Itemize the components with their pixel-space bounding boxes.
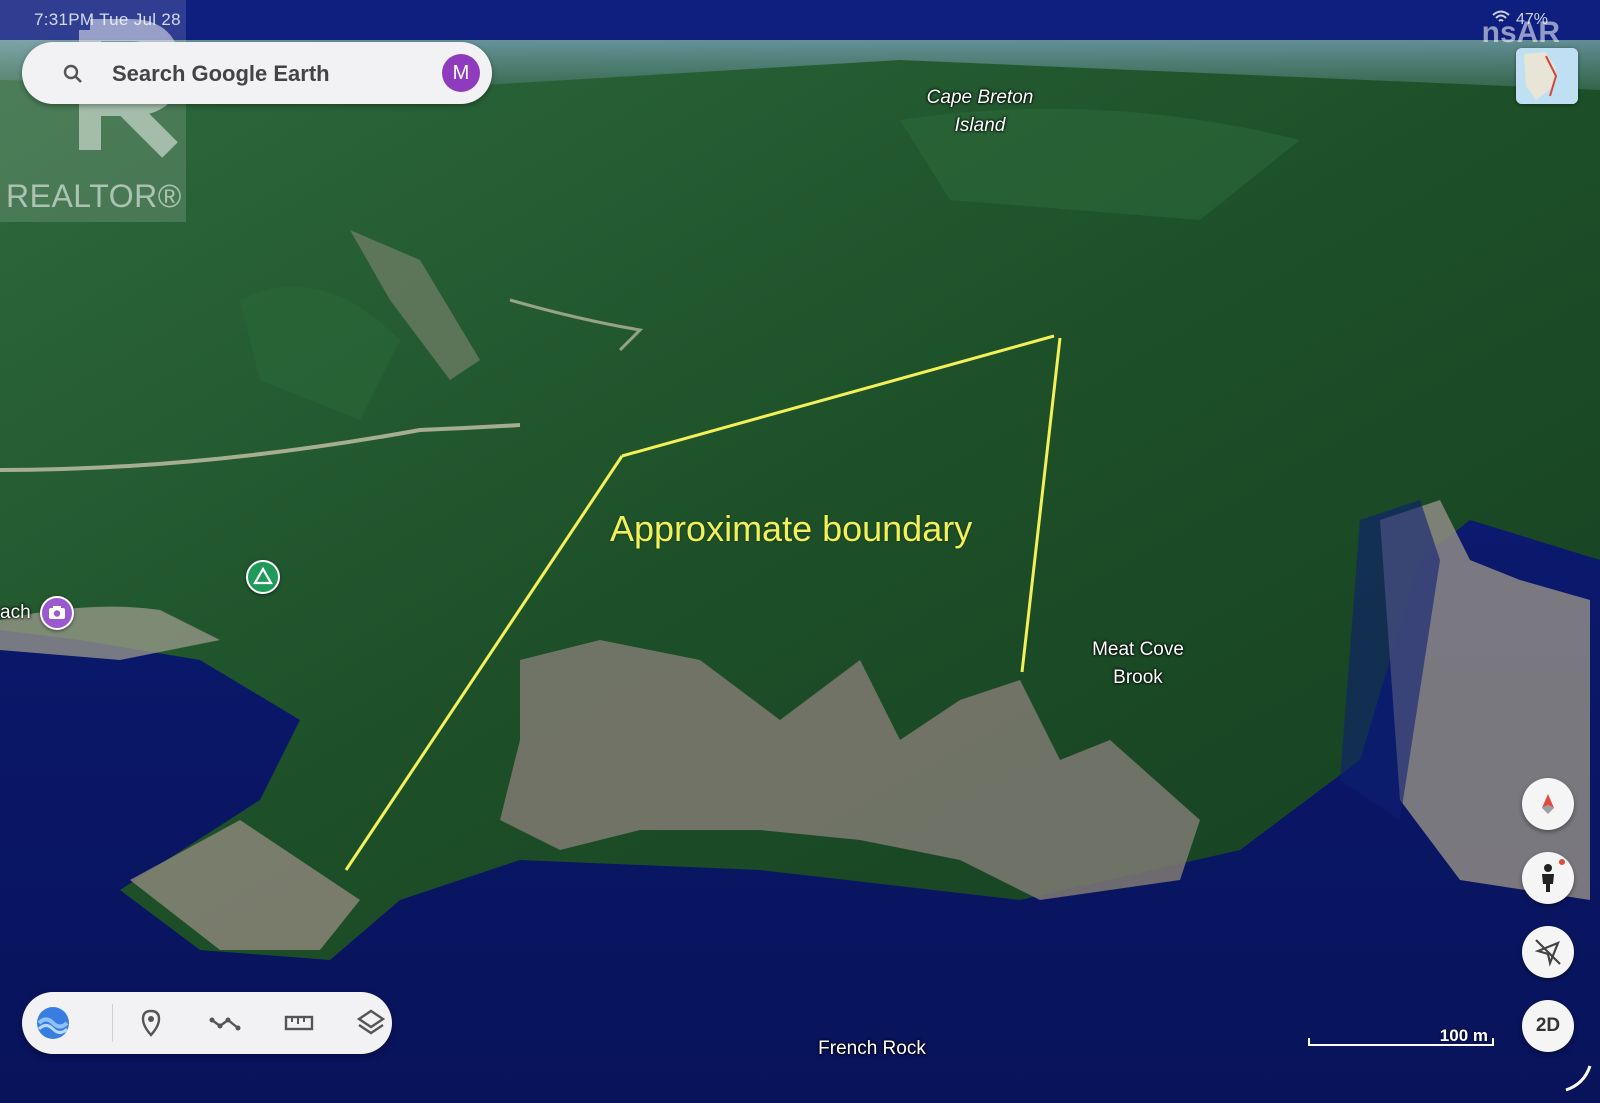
realtor-watermark-text: REALTOR®	[6, 178, 182, 214]
view-mode-label: 2D	[1535, 1015, 1561, 1036]
status-clock: 7:31PM	[34, 10, 95, 29]
layers-icon[interactable]	[354, 1006, 388, 1040]
search-icon	[62, 63, 84, 85]
map-label-island[interactable]: Cape Breton Island	[910, 84, 1050, 140]
campground-poi-icon[interactable]	[246, 560, 280, 594]
resize-handle-icon[interactable]	[1560, 1060, 1596, 1096]
status-bar: 7:31PM Tue Jul 28 47%	[0, 0, 1600, 40]
earth-viewport[interactable]	[0, 0, 1600, 1103]
map-label-rock[interactable]: French Rock	[812, 1038, 932, 1060]
location-off-icon	[1534, 939, 1561, 967]
brook-label-line1: Meat Cove	[1092, 639, 1184, 660]
placemark-icon[interactable]	[134, 1006, 168, 1040]
minimap-icon	[1516, 48, 1578, 104]
search-bar[interactable]: Search Google Earth M	[22, 42, 492, 104]
pegman-icon	[1542, 859, 1565, 892]
street-view-button[interactable]	[1522, 852, 1574, 904]
path-icon[interactable]	[208, 1006, 242, 1040]
measure-icon[interactable]	[282, 1006, 316, 1040]
boundary-annotation: Approximate boundary	[610, 508, 973, 549]
minimap[interactable]	[1516, 48, 1578, 104]
search-input[interactable]: Search Google Earth	[112, 61, 330, 87]
island-label-line1: Cape Breton	[926, 87, 1034, 108]
toolbar-divider	[112, 1004, 113, 1042]
compass-icon	[1542, 794, 1554, 814]
view-mode-button[interactable]: 2D	[1522, 1000, 1574, 1052]
brook-label-line2: Brook	[1113, 667, 1163, 688]
avatar[interactable]: M	[442, 54, 480, 92]
scale-bar: 100 m	[1308, 1026, 1494, 1046]
nsar-watermark: nsAR	[1481, 16, 1560, 49]
map-label-brook[interactable]: Meat Cove Brook	[1078, 636, 1198, 692]
map-label-beach[interactable]: ach	[0, 602, 31, 624]
terrain-render	[0, 0, 1600, 1103]
island-label-line2: Island	[954, 115, 1006, 136]
status-date: Tue Jul 28	[99, 10, 181, 29]
camera-poi-icon[interactable]	[40, 596, 74, 630]
status-time: 7:31PM Tue Jul 28	[34, 10, 181, 30]
compass-button[interactable]	[1522, 778, 1574, 830]
location-button[interactable]	[1522, 926, 1574, 978]
bottom-toolbar	[22, 992, 392, 1054]
voyager-icon[interactable]	[36, 1006, 70, 1040]
scale-label: 100 m	[1439, 1026, 1488, 1045]
